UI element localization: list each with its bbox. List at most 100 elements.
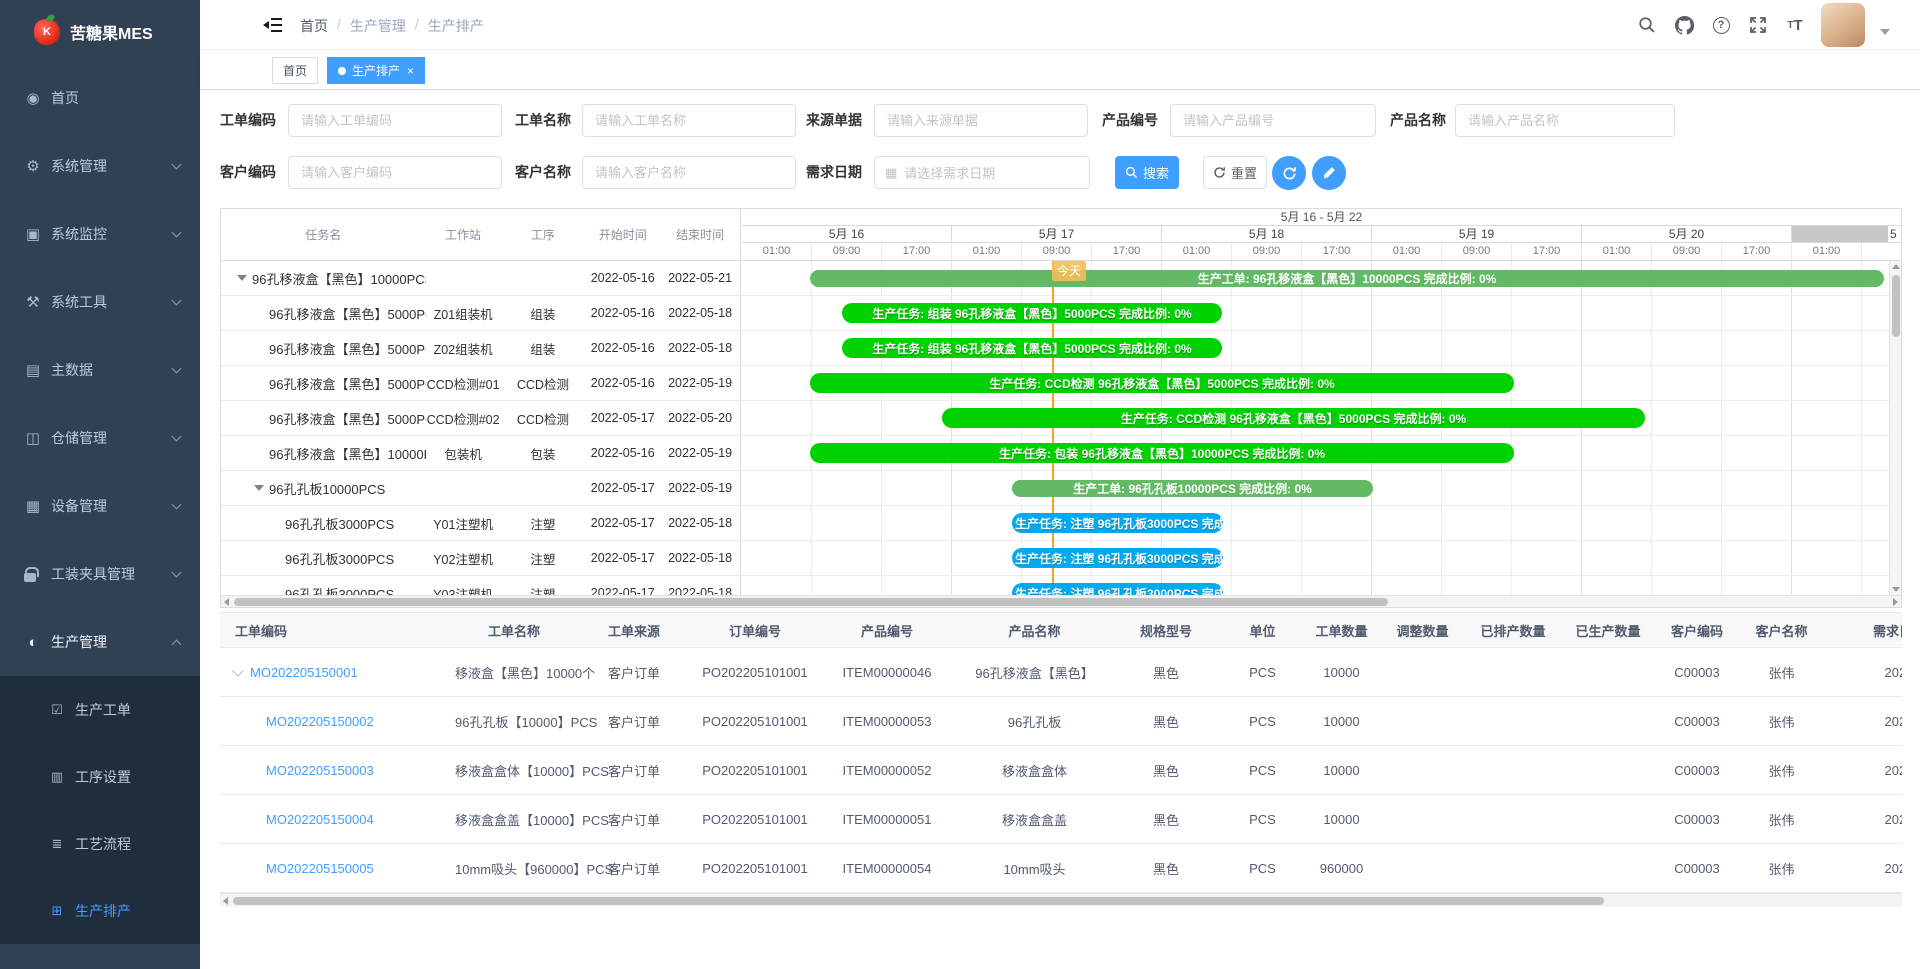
gantt-row[interactable]: 96孔移液盒【黑色】5000PCS CCD检测#02CCD检测 2022-05-…	[221, 401, 740, 436]
gantt-row[interactable]: 96孔孔板10000PCS 2022-05-172022-05-19	[221, 471, 740, 506]
calendar-icon: ▦	[885, 165, 897, 181]
gantt-vertical-scrollbar[interactable]	[1889, 261, 1901, 595]
avatar[interactable]	[1821, 3, 1865, 47]
table-row[interactable]: MO202205150005 10mm吸头【960000】PCS客户订单 PO2…	[220, 844, 1902, 893]
help-icon[interactable]: ?	[1710, 14, 1732, 36]
chevron-down-icon	[172, 499, 182, 509]
order-link[interactable]: MO202205150003	[266, 763, 374, 778]
sidebar-item-system-management[interactable]: ⚙ 系统管理	[0, 132, 200, 200]
scroll-down-icon[interactable]	[1892, 587, 1900, 592]
scroll-left-icon[interactable]	[223, 897, 228, 905]
tab-home[interactable]: 首页	[272, 57, 318, 84]
gear-icon: ⚙	[24, 157, 42, 175]
gantt-row[interactable]: 96孔移液盒【黑色】10000PCS 包装机包装 2022-05-162022-…	[221, 436, 740, 471]
sidebar-item-master-data[interactable]: ▤ 主数据	[0, 336, 200, 404]
order-link[interactable]: MO202205150001	[250, 665, 358, 680]
scrollbar-thumb[interactable]	[1892, 275, 1900, 337]
panel-icon: ▥	[48, 769, 66, 785]
scroll-up-icon[interactable]	[1892, 264, 1900, 269]
sidebar-menu: ◉ 首页 ⚙ 系统管理 ▣ 系统监控 ⚒ 系统工具 ▤ 主数据	[0, 64, 200, 944]
tab-production-scheduling[interactable]: 生产排产 ×	[327, 57, 425, 84]
github-icon[interactable]	[1673, 14, 1695, 36]
table-row[interactable]: MO202205150001 移液盒【黑色】10000个客户订单 PO20220…	[220, 648, 1902, 697]
close-icon[interactable]: ×	[407, 65, 414, 77]
avatar-dropdown-icon[interactable]	[1880, 29, 1890, 35]
row-expand-icon[interactable]	[232, 665, 243, 676]
gantt-bar-order[interactable]: 生产工单: 96孔移液盒【黑色】10000PCS 完成比例: 0%	[810, 270, 1884, 287]
order-link[interactable]: MO202205150002	[266, 714, 374, 729]
refresh-gantt-button[interactable]	[1272, 156, 1306, 190]
gantt-row[interactable]: 96孔孔板3000PCS Y02注塑机注塑 2022-05-172022-05-…	[221, 541, 740, 576]
sidebar-item-equipment[interactable]: ▦ 设备管理	[0, 472, 200, 540]
customer-code-input[interactable]	[288, 156, 502, 189]
filter-label-product-code: 产品编号	[1102, 104, 1158, 137]
chevron-down-icon	[172, 227, 182, 237]
gantt-row[interactable]: 96孔孔板3000PCS Y03注塑机注塑 2022-05-172022-05-…	[221, 576, 740, 595]
sidebar-item-process-settings[interactable]: ▥ 工序设置	[0, 743, 200, 810]
demand-date-picker[interactable]: ▦ 请选择需求日期	[874, 156, 1090, 189]
sidebar-item-system-monitor[interactable]: ▣ 系统监控	[0, 200, 200, 268]
tree-collapse-icon[interactable]	[237, 275, 247, 281]
font-size-icon[interactable]: TT	[1784, 14, 1806, 36]
gantt-bar-task[interactable]: 生产任务: 注塑 96孔孔板3000PCS 完成比例: 0%	[1012, 548, 1223, 568]
sidebar-item-production-scheduling[interactable]: ⊞ 生产排产	[0, 877, 200, 944]
gantt-bar-task[interactable]: 生产任务: CCD检测 96孔移液盒【黑色】5000PCS 完成比例: 0%	[942, 408, 1645, 428]
search-button[interactable]: 搜索	[1115, 156, 1179, 189]
gantt-bar-task[interactable]: 生产任务: 组装 96孔移液盒【黑色】5000PCS 完成比例: 0%	[842, 338, 1222, 358]
scroll-left-icon[interactable]	[224, 598, 229, 606]
sidebar-fold-icon[interactable]	[263, 15, 283, 35]
gantt-bar-order[interactable]: 生产工单: 96孔孔板10000PCS 完成比例: 0%	[1012, 480, 1373, 497]
scroll-right-icon[interactable]	[1893, 598, 1898, 606]
filter-label-customer-code: 客户编码	[220, 156, 276, 189]
gantt-row[interactable]: 96孔移液盒【黑色】5000PCS CCD检测#01CCD检测 2022-05-…	[221, 366, 740, 401]
edit-schedule-button[interactable]	[1312, 156, 1346, 190]
sidebar-item-fixtures[interactable]: 工装夹具管理	[0, 540, 200, 608]
customer-name-input[interactable]	[582, 156, 796, 189]
fullscreen-icon[interactable]	[1747, 14, 1769, 36]
layers-icon: ▦	[24, 497, 42, 515]
breadcrumb-home[interactable]: 首页	[300, 16, 328, 36]
search-icon[interactable]	[1636, 14, 1658, 36]
gantt-bar-task[interactable]: 生产任务: 包装 96孔移液盒【黑色】10000PCS 完成比例: 0%	[810, 443, 1514, 463]
scrollbar-thumb[interactable]	[233, 897, 1604, 905]
table-horizontal-scrollbar[interactable]	[220, 893, 1902, 907]
work-order-table: 工单编码工单名称 工单来源订单编号 产品编号产品名称 规格型号单位 工单数量调整…	[220, 612, 1902, 907]
gantt-body: 今天 生产工单: 96孔移液盒【黑色】10000PCS 完成比例: 0% 生产任…	[742, 261, 1901, 595]
gantt-row[interactable]: 96孔孔板3000PCS Y01注塑机注塑 2022-05-172022-05-…	[221, 506, 740, 541]
chevron-down-icon	[172, 159, 182, 169]
gantt-bar-task[interactable]: 生产任务: 注塑 96孔孔板3000PCS 完成比例: 0%	[1012, 513, 1223, 533]
product-name-input[interactable]	[1455, 104, 1675, 137]
order-code-input[interactable]	[288, 104, 502, 137]
app-logo[interactable]: K 苦糖果MES	[0, 0, 200, 64]
order-link[interactable]: MO202205150005	[266, 861, 374, 876]
gantt-bar-task[interactable]: 生产任务: 组装 96孔移液盒【黑色】5000PCS 完成比例: 0%	[842, 303, 1222, 323]
order-link[interactable]: MO202205150004	[266, 812, 374, 827]
lock-icon	[24, 573, 36, 582]
breadcrumb-scheduling: 生产排产	[428, 16, 484, 36]
source-doc-input[interactable]	[874, 104, 1088, 137]
gantt-row[interactable]: 96孔移液盒【黑色】5000PCS Z02组装机组装 2022-05-16202…	[221, 331, 740, 366]
scrollbar-thumb[interactable]	[234, 598, 1388, 606]
sidebar-item-system-tools[interactable]: ⚒ 系统工具	[0, 268, 200, 336]
gantt-bar-task[interactable]: 生产任务: CCD检测 96孔移液盒【黑色】5000PCS 完成比例: 0%	[810, 373, 1514, 393]
breadcrumb-production[interactable]: 生产管理	[350, 16, 406, 36]
gantt-row[interactable]: 96孔移液盒【黑色】5000PCS Z01组装机组装 2022-05-16202…	[221, 296, 740, 331]
gantt-bar-task[interactable]: 生产任务: 注塑 96孔孔板3000PCS 完成比例: 0%	[1012, 583, 1223, 595]
tree-collapse-icon[interactable]	[254, 485, 264, 491]
sidebar-item-warehouse[interactable]: ◫ 仓储管理	[0, 404, 200, 472]
chevron-down-icon	[172, 567, 182, 577]
table-row[interactable]: MO202205150003 移液盒盒体【10000】PCS客户订单 PO202…	[220, 746, 1902, 795]
sidebar-item-process-flow[interactable]: ≣ 工艺流程	[0, 810, 200, 877]
filter-label-source-doc: 来源单据	[806, 104, 862, 137]
sidebar-item-production-order[interactable]: ☑ 生产工单	[0, 676, 200, 743]
sidebar-item-home[interactable]: ◉ 首页	[0, 64, 200, 132]
order-name-input[interactable]	[582, 104, 796, 137]
reset-button[interactable]: 重置	[1203, 156, 1267, 189]
gantt-horizontal-scrollbar[interactable]	[221, 595, 1901, 607]
sidebar-item-production-management[interactable]: ◐ 生产管理	[0, 608, 200, 676]
table-row[interactable]: MO202205150002 96孔孔板【10000】PCS客户订单 PO202…	[220, 697, 1902, 746]
gantt-row[interactable]: 96孔移液盒【黑色】10000PCS 2022-05-162022-05-21	[221, 261, 740, 296]
product-code-input[interactable]	[1170, 104, 1376, 137]
table-row[interactable]: MO202205150004 移液盒盒盖【10000】PCS客户订单 PO202…	[220, 795, 1902, 844]
sidebar: K 苦糖果MES ◉ 首页 ⚙ 系统管理 ▣ 系统监控 ⚒ 系统工具	[0, 0, 200, 969]
